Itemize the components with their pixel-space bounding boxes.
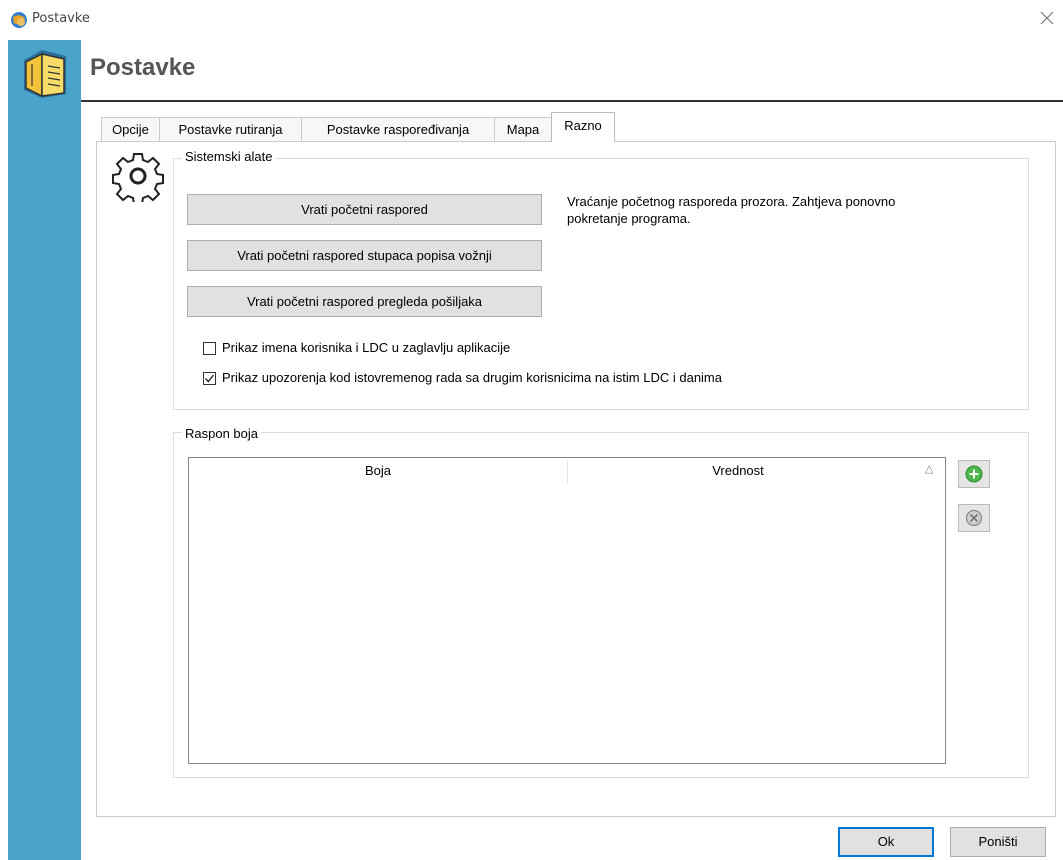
page-title: Postavke [90, 54, 196, 81]
concurrent-warning-label: Prikaz upozorenja kod istovremenog rada … [222, 370, 722, 385]
color-range-table[interactable]: Boja Vrednost △ [188, 457, 946, 764]
remove-icon [965, 509, 983, 527]
sidebar [8, 40, 81, 860]
column-header-boja[interactable]: Boja [189, 458, 567, 484]
show-user-ldc-checkbox[interactable] [203, 342, 216, 355]
reset-layout-button[interactable]: Vrati početni raspored [187, 194, 542, 225]
tab-razno[interactable]: Razno [551, 112, 615, 142]
tab-postavke-rasporedivanja[interactable]: Postavke raspoređivanja [301, 117, 495, 141]
concurrent-warning-checkbox[interactable] [203, 372, 216, 385]
system-tools-title: Sistemski alate [182, 149, 276, 164]
close-icon [1040, 11, 1054, 25]
checkmark-icon [204, 374, 215, 383]
reset-ride-list-columns-button[interactable]: Vrati početni raspored stupaca popisa vo… [187, 240, 542, 271]
sort-ascending-icon: △ [925, 462, 934, 475]
window-title: Postavke [32, 11, 90, 26]
book-icon [24, 50, 66, 98]
column-header-vrednost[interactable]: Vrednost [568, 458, 908, 484]
cancel-button[interactable]: Poništi [950, 827, 1046, 857]
add-color-button[interactable] [958, 460, 990, 488]
gear-icon [112, 153, 164, 202]
tab-opcije[interactable]: Opcije [101, 117, 160, 141]
title-bar: Postavke [0, 0, 1063, 40]
tab-mapa[interactable]: Mapa [494, 117, 552, 141]
close-button[interactable] [1037, 8, 1057, 28]
tab-postavke-rutiranja[interactable]: Postavke rutiranja [159, 117, 302, 141]
ok-button[interactable]: Ok [838, 827, 934, 857]
header-divider [81, 100, 1063, 102]
show-user-ldc-label: Prikaz imena korisnika i LDC u zaglavlju… [222, 340, 511, 355]
app-globe-icon [11, 12, 27, 28]
reset-shipment-view-button[interactable]: Vrati početni raspored pregleda pošiljak… [187, 286, 542, 317]
color-range-title: Raspon boja [182, 426, 261, 441]
remove-color-button[interactable] [958, 504, 990, 532]
add-icon [965, 465, 983, 483]
reset-description: Vraćanje početnog rasporeda prozora. Zah… [567, 194, 896, 226]
